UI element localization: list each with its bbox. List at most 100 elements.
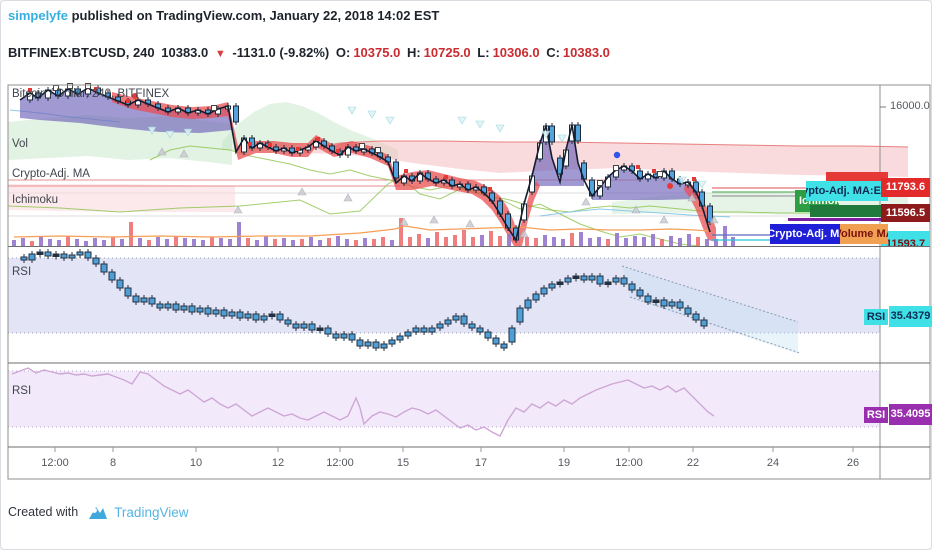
volume-bar [696, 237, 700, 246]
rsi-candle-body [644, 295, 652, 303]
purple-level-strip [788, 218, 888, 221]
volume-bar [255, 240, 259, 246]
candle-body [549, 125, 555, 143]
volume-bar [731, 237, 735, 246]
rsi-candle-body [44, 251, 52, 257]
volume-bar [282, 238, 286, 246]
footer: Created with TradingView [8, 503, 188, 521]
volume-bar [183, 238, 187, 246]
volume-bar [111, 237, 115, 246]
down-triangle-marker [697, 180, 707, 189]
rsi-candle-body [156, 303, 164, 309]
volume-bar [192, 239, 196, 246]
rsi-2-badge-value: 35.4095 [889, 404, 932, 425]
candle-body [233, 105, 239, 123]
volume-bar [381, 237, 385, 246]
rsi-candle-body [692, 313, 700, 321]
volume-bar [372, 239, 376, 246]
price-axis[interactable] [880, 85, 930, 447]
down-triangle-marker [495, 124, 505, 133]
up-triangle-marker [343, 193, 353, 202]
red-square-marker [444, 175, 448, 179]
rsi-candle-body [116, 279, 124, 289]
rsi-candle-body [540, 287, 548, 295]
volume-bar [678, 238, 682, 246]
rsi-candle-body [204, 307, 212, 315]
indicator-label-vol[interactable]: Vol [12, 138, 28, 150]
indicator-label-ichimoku[interactable]: Ichimoku [12, 194, 58, 206]
rsi-candle-body [132, 295, 140, 303]
rsi-candle-body [164, 303, 172, 309]
rsi-candle-body [356, 339, 364, 347]
volume-bar [426, 238, 430, 246]
volume-bar [309, 237, 313, 246]
rsi-candle-body [172, 303, 180, 311]
volume-bar [354, 240, 358, 246]
time-axis-label: 17 [474, 457, 488, 469]
rsi-candle-body [468, 323, 476, 329]
indicator-label-crypto-adj-ma[interactable]: Crypto-Adj. MA [12, 168, 90, 180]
time-axis-label: 12:00 [615, 457, 643, 469]
red-square-marker [488, 187, 492, 191]
volume-bar [39, 237, 43, 246]
time-axis[interactable]: 12:00 8 10 12 12:00 15 17 19 12:00 22 24 26 [8, 447, 880, 479]
rsi-candle-body [28, 253, 36, 261]
price-level-badge-2: 11596.5 [881, 204, 930, 222]
volume-bar [66, 236, 70, 246]
rsi-candle-body [436, 323, 444, 329]
volume-bar [723, 226, 727, 246]
time-axis-label: 12:00 [41, 457, 69, 469]
rsi-candle-body [556, 281, 564, 285]
volume-bar [12, 240, 16, 246]
rsi-candle-body [140, 297, 148, 303]
rsi-candle-body [364, 341, 372, 347]
up-triangle-marker [297, 187, 307, 196]
rsi-candle-body [316, 327, 324, 331]
rsi-candle-body [212, 309, 220, 315]
volume-bar [336, 236, 340, 246]
volume-bar [435, 232, 439, 246]
volume-bar [102, 240, 106, 246]
hollow-square-marker [613, 165, 619, 171]
volume-bar [651, 234, 655, 246]
down-triangle-marker [457, 116, 467, 125]
volume-bar [390, 240, 394, 246]
rsi-candle-body [68, 254, 76, 259]
volume-bar [624, 238, 628, 246]
rsi-candle-body [236, 311, 244, 319]
rsi-candle-body [100, 263, 108, 273]
rsi-candle-body [76, 251, 84, 256]
volume-bar [237, 222, 241, 246]
rsi-candle-body [388, 339, 396, 345]
rsi-candle-body [348, 333, 356, 341]
up-triangle-marker [659, 215, 669, 224]
rsi-candle-body [404, 331, 412, 337]
rsi-candle-body [308, 323, 316, 331]
volume-bar [408, 237, 412, 246]
indicator-label-rsi-2[interactable]: RSI [12, 385, 31, 397]
rsi-candle-body [276, 313, 284, 321]
volume-bar [543, 235, 547, 246]
volume-bar [597, 237, 601, 246]
rsi-1-badge-value: 35.4379 [889, 306, 932, 327]
tradingview-logo-icon [89, 507, 108, 519]
rsi-1-badge-label: RSI [864, 309, 888, 325]
volume-bar [300, 239, 304, 246]
rsi-candle-body [452, 315, 460, 321]
rsi-candle-body [652, 299, 660, 303]
red-square-marker [316, 137, 320, 141]
hollow-square-marker [597, 180, 603, 186]
time-axis-label: 12 [271, 457, 285, 469]
indicator-label-rsi-1[interactable]: RSI [12, 266, 31, 278]
rsi-candle-body [260, 315, 268, 321]
tradingview-brand-link[interactable]: TradingView [114, 505, 188, 520]
volume-bar [480, 235, 484, 246]
pane-title[interactable]: Bitcoin / Dollar, 240, BITFINEX [12, 88, 169, 100]
rsi-candle-body [636, 289, 644, 297]
volume-bar [471, 237, 475, 246]
volume-bar [21, 238, 25, 246]
rsi-candle-body [380, 343, 388, 349]
volume-bar [606, 239, 610, 246]
rsi-candle-body [332, 333, 340, 339]
volume-bar [210, 237, 214, 246]
